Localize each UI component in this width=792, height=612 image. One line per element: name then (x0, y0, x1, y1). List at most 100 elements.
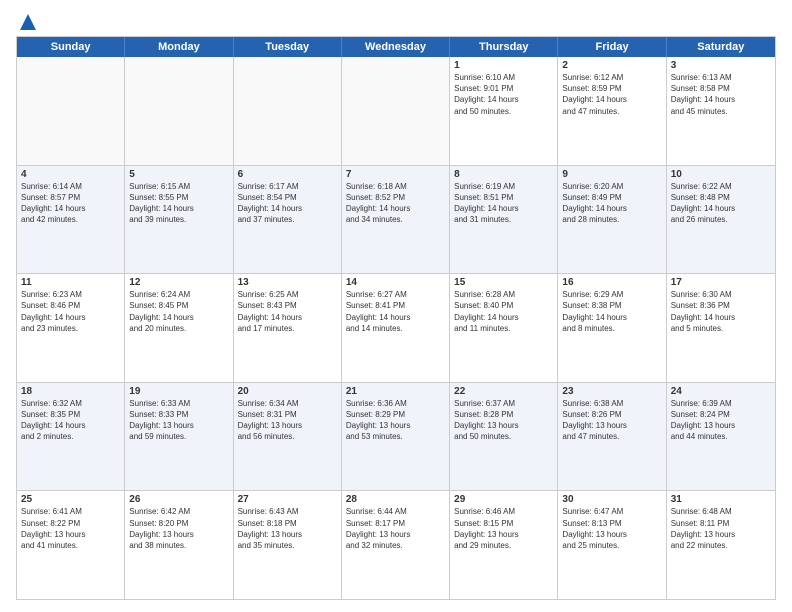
cal-cell-31: 31Sunrise: 6:48 AM Sunset: 8:11 PM Dayli… (667, 491, 775, 599)
day-number: 29 (454, 494, 553, 505)
day-info: Sunrise: 6:29 AM Sunset: 8:38 PM Dayligh… (562, 289, 661, 334)
cal-cell-3: 3Sunrise: 6:13 AM Sunset: 8:58 PM Daylig… (667, 57, 775, 165)
day-info: Sunrise: 6:41 AM Sunset: 8:22 PM Dayligh… (21, 506, 120, 551)
day-number: 21 (346, 386, 445, 397)
day-number: 14 (346, 277, 445, 288)
cal-cell-4: 4Sunrise: 6:14 AM Sunset: 8:57 PM Daylig… (17, 166, 125, 274)
day-info: Sunrise: 6:44 AM Sunset: 8:17 PM Dayligh… (346, 506, 445, 551)
day-number: 30 (562, 494, 661, 505)
cal-cell-16: 16Sunrise: 6:29 AM Sunset: 8:38 PM Dayli… (558, 274, 666, 382)
day-info: Sunrise: 6:34 AM Sunset: 8:31 PM Dayligh… (238, 398, 337, 443)
day-info: Sunrise: 6:46 AM Sunset: 8:15 PM Dayligh… (454, 506, 553, 551)
cal-cell-14: 14Sunrise: 6:27 AM Sunset: 8:41 PM Dayli… (342, 274, 450, 382)
day-info: Sunrise: 6:14 AM Sunset: 8:57 PM Dayligh… (21, 181, 120, 226)
day-info: Sunrise: 6:22 AM Sunset: 8:48 PM Dayligh… (671, 181, 771, 226)
day-info: Sunrise: 6:24 AM Sunset: 8:45 PM Dayligh… (129, 289, 228, 334)
cal-cell-19: 19Sunrise: 6:33 AM Sunset: 8:33 PM Dayli… (125, 383, 233, 491)
cal-cell-17: 17Sunrise: 6:30 AM Sunset: 8:36 PM Dayli… (667, 274, 775, 382)
cal-cell-2: 2Sunrise: 6:12 AM Sunset: 8:59 PM Daylig… (558, 57, 666, 165)
day-number: 17 (671, 277, 771, 288)
cal-cell-empty-2 (234, 57, 342, 165)
cal-cell-29: 29Sunrise: 6:46 AM Sunset: 8:15 PM Dayli… (450, 491, 558, 599)
cal-cell-18: 18Sunrise: 6:32 AM Sunset: 8:35 PM Dayli… (17, 383, 125, 491)
day-number: 1 (454, 60, 553, 71)
cal-cell-8: 8Sunrise: 6:19 AM Sunset: 8:51 PM Daylig… (450, 166, 558, 274)
cal-cell-20: 20Sunrise: 6:34 AM Sunset: 8:31 PM Dayli… (234, 383, 342, 491)
calendar-row-5: 25Sunrise: 6:41 AM Sunset: 8:22 PM Dayli… (17, 491, 775, 599)
day-number: 11 (21, 277, 120, 288)
day-info: Sunrise: 6:48 AM Sunset: 8:11 PM Dayligh… (671, 506, 771, 551)
header-friday: Friday (558, 37, 666, 57)
day-info: Sunrise: 6:38 AM Sunset: 8:26 PM Dayligh… (562, 398, 661, 443)
cal-cell-23: 23Sunrise: 6:38 AM Sunset: 8:26 PM Dayli… (558, 383, 666, 491)
header-wednesday: Wednesday (342, 37, 450, 57)
cal-cell-10: 10Sunrise: 6:22 AM Sunset: 8:48 PM Dayli… (667, 166, 775, 274)
day-info: Sunrise: 6:19 AM Sunset: 8:51 PM Dayligh… (454, 181, 553, 226)
day-info: Sunrise: 6:36 AM Sunset: 8:29 PM Dayligh… (346, 398, 445, 443)
day-number: 25 (21, 494, 120, 505)
day-info: Sunrise: 6:28 AM Sunset: 8:40 PM Dayligh… (454, 289, 553, 334)
cal-cell-9: 9Sunrise: 6:20 AM Sunset: 8:49 PM Daylig… (558, 166, 666, 274)
day-number: 12 (129, 277, 228, 288)
day-number: 9 (562, 169, 661, 180)
cal-cell-empty-3 (342, 57, 450, 165)
day-info: Sunrise: 6:20 AM Sunset: 8:49 PM Dayligh… (562, 181, 661, 226)
day-info: Sunrise: 6:12 AM Sunset: 8:59 PM Dayligh… (562, 72, 661, 117)
day-number: 6 (238, 169, 337, 180)
header-tuesday: Tuesday (234, 37, 342, 57)
day-info: Sunrise: 6:32 AM Sunset: 8:35 PM Dayligh… (21, 398, 120, 443)
calendar-row-3: 11Sunrise: 6:23 AM Sunset: 8:46 PM Dayli… (17, 274, 775, 383)
cal-cell-25: 25Sunrise: 6:41 AM Sunset: 8:22 PM Dayli… (17, 491, 125, 599)
day-number: 7 (346, 169, 445, 180)
day-number: 31 (671, 494, 771, 505)
cal-cell-5: 5Sunrise: 6:15 AM Sunset: 8:55 PM Daylig… (125, 166, 233, 274)
day-info: Sunrise: 6:13 AM Sunset: 8:58 PM Dayligh… (671, 72, 771, 117)
cal-cell-24: 24Sunrise: 6:39 AM Sunset: 8:24 PM Dayli… (667, 383, 775, 491)
cal-cell-15: 15Sunrise: 6:28 AM Sunset: 8:40 PM Dayli… (450, 274, 558, 382)
day-number: 18 (21, 386, 120, 397)
cal-cell-13: 13Sunrise: 6:25 AM Sunset: 8:43 PM Dayli… (234, 274, 342, 382)
cal-cell-27: 27Sunrise: 6:43 AM Sunset: 8:18 PM Dayli… (234, 491, 342, 599)
day-info: Sunrise: 6:23 AM Sunset: 8:46 PM Dayligh… (21, 289, 120, 334)
day-number: 8 (454, 169, 553, 180)
cal-cell-6: 6Sunrise: 6:17 AM Sunset: 8:54 PM Daylig… (234, 166, 342, 274)
day-number: 28 (346, 494, 445, 505)
header-monday: Monday (125, 37, 233, 57)
cal-cell-28: 28Sunrise: 6:44 AM Sunset: 8:17 PM Dayli… (342, 491, 450, 599)
cal-cell-12: 12Sunrise: 6:24 AM Sunset: 8:45 PM Dayli… (125, 274, 233, 382)
day-number: 5 (129, 169, 228, 180)
day-number: 19 (129, 386, 228, 397)
day-info: Sunrise: 6:17 AM Sunset: 8:54 PM Dayligh… (238, 181, 337, 226)
cal-cell-7: 7Sunrise: 6:18 AM Sunset: 8:52 PM Daylig… (342, 166, 450, 274)
day-number: 24 (671, 386, 771, 397)
day-info: Sunrise: 6:42 AM Sunset: 8:20 PM Dayligh… (129, 506, 228, 551)
day-number: 27 (238, 494, 337, 505)
day-info: Sunrise: 6:39 AM Sunset: 8:24 PM Dayligh… (671, 398, 771, 443)
logo (16, 12, 38, 28)
day-info: Sunrise: 6:43 AM Sunset: 8:18 PM Dayligh… (238, 506, 337, 551)
day-number: 15 (454, 277, 553, 288)
cal-cell-1: 1Sunrise: 6:10 AM Sunset: 9:01 PM Daylig… (450, 57, 558, 165)
day-number: 4 (21, 169, 120, 180)
cal-cell-22: 22Sunrise: 6:37 AM Sunset: 8:28 PM Dayli… (450, 383, 558, 491)
day-number: 16 (562, 277, 661, 288)
header (16, 12, 776, 28)
calendar-header: Sunday Monday Tuesday Wednesday Thursday… (17, 37, 775, 57)
day-info: Sunrise: 6:25 AM Sunset: 8:43 PM Dayligh… (238, 289, 337, 334)
day-number: 23 (562, 386, 661, 397)
header-sunday: Sunday (17, 37, 125, 57)
day-info: Sunrise: 6:33 AM Sunset: 8:33 PM Dayligh… (129, 398, 228, 443)
day-info: Sunrise: 6:27 AM Sunset: 8:41 PM Dayligh… (346, 289, 445, 334)
day-info: Sunrise: 6:30 AM Sunset: 8:36 PM Dayligh… (671, 289, 771, 334)
day-number: 3 (671, 60, 771, 71)
day-number: 20 (238, 386, 337, 397)
day-info: Sunrise: 6:18 AM Sunset: 8:52 PM Dayligh… (346, 181, 445, 226)
day-info: Sunrise: 6:10 AM Sunset: 9:01 PM Dayligh… (454, 72, 553, 117)
header-saturday: Saturday (667, 37, 775, 57)
cal-cell-30: 30Sunrise: 6:47 AM Sunset: 8:13 PM Dayli… (558, 491, 666, 599)
calendar: Sunday Monday Tuesday Wednesday Thursday… (16, 36, 776, 600)
calendar-row-4: 18Sunrise: 6:32 AM Sunset: 8:35 PM Dayli… (17, 383, 775, 492)
calendar-row-2: 4Sunrise: 6:14 AM Sunset: 8:57 PM Daylig… (17, 166, 775, 275)
day-number: 2 (562, 60, 661, 71)
day-info: Sunrise: 6:37 AM Sunset: 8:28 PM Dayligh… (454, 398, 553, 443)
